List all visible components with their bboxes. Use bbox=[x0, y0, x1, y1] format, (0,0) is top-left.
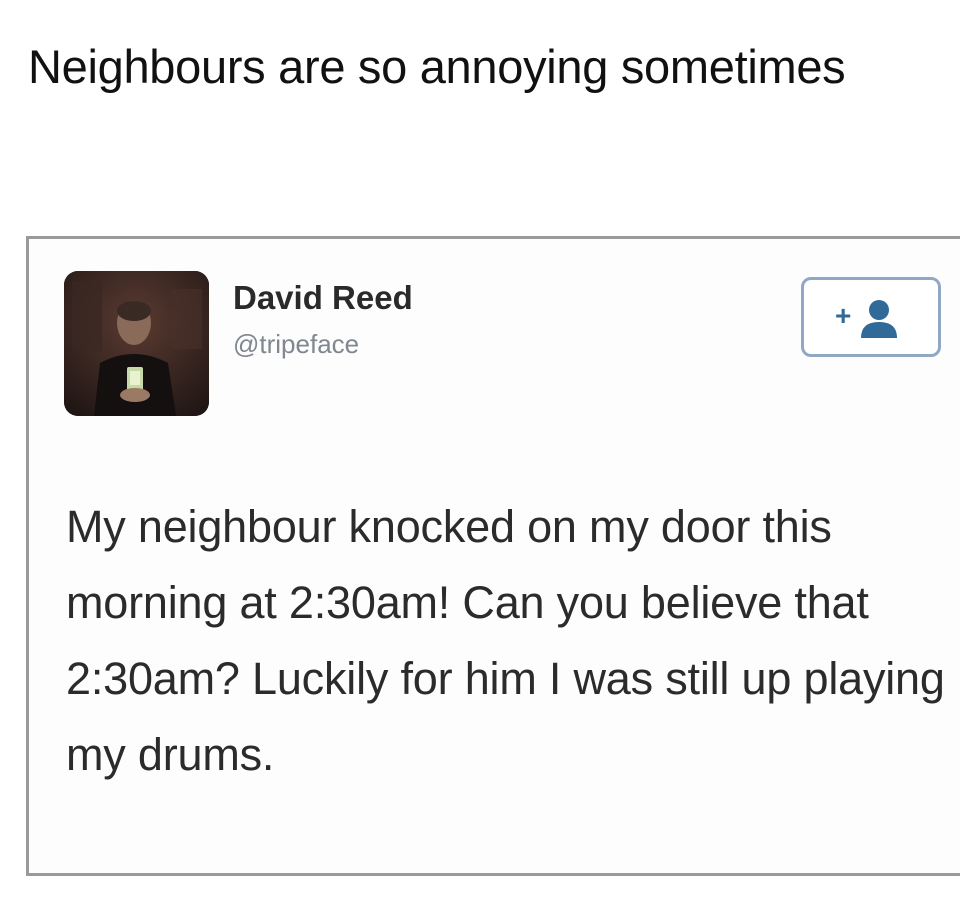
profile-photo-icon bbox=[64, 271, 209, 416]
plus-sign: + bbox=[835, 300, 851, 331]
add-user-icon: + bbox=[835, 300, 897, 338]
user-handle[interactable]: @tripeface bbox=[233, 329, 359, 360]
follow-button[interactable]: + bbox=[801, 277, 941, 357]
display-name[interactable]: David Reed bbox=[233, 279, 413, 317]
avatar[interactable] bbox=[64, 271, 209, 416]
tweet-card: David Reed @tripeface + My neighbour kno… bbox=[26, 236, 960, 876]
tweet-text: My neighbour knocked on my door this mor… bbox=[66, 501, 945, 780]
post-caption: Neighbours are so annoying sometimes bbox=[28, 40, 846, 93]
